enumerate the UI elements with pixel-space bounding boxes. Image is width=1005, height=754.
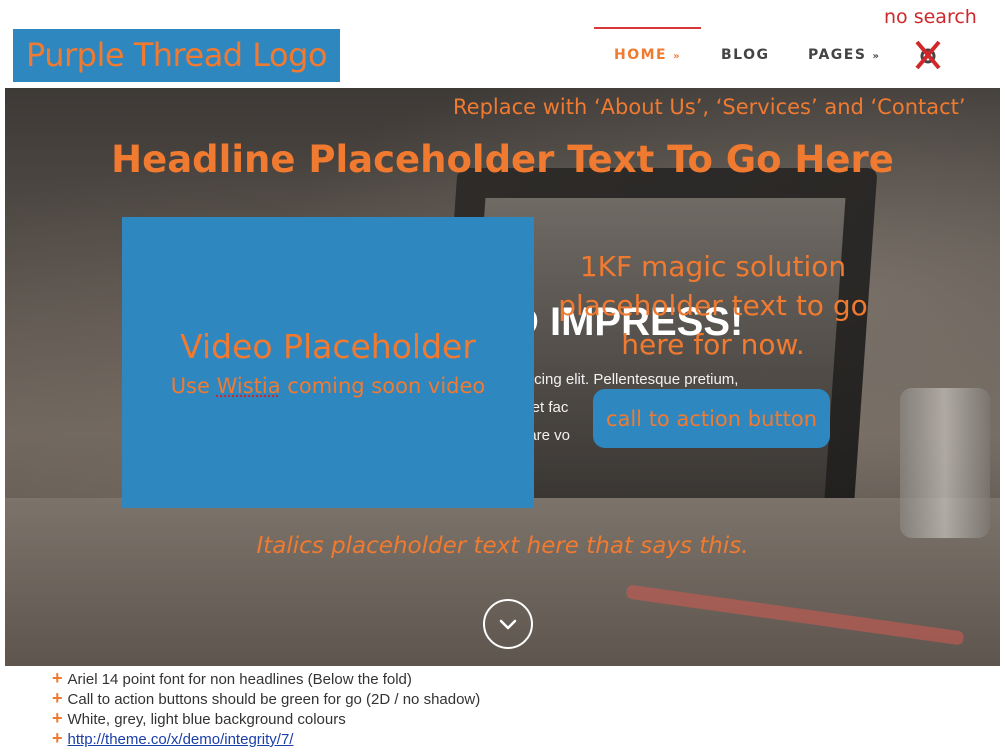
chevron-down-icon: » <box>673 51 682 62</box>
magic-line: here for now. <box>621 328 805 361</box>
hero-cup-image <box>900 388 990 538</box>
plus-icon: + <box>52 708 63 728</box>
design-note: + Ariel 14 point font for non headlines (… <box>52 668 480 688</box>
reference-theme-link[interactable]: http://theme.co/x/demo/integrity/7/ <box>68 731 294 748</box>
design-note: + http://theme.co/x/demo/integrity/7/ <box>52 728 480 748</box>
italics-placeholder-text: Italics placeholder text here that says … <box>256 533 749 559</box>
design-note-text: Call to action buttons should be green f… <box>67 691 481 708</box>
video-placeholder-title: Video Placeholder <box>180 327 476 366</box>
design-notes-list: + Ariel 14 point font for non headlines (… <box>52 668 480 748</box>
nav-item-home-label: HOME <box>614 47 668 63</box>
design-note-text: White, grey, light blue background colou… <box>67 711 346 728</box>
design-note: + White, grey, light blue background colo… <box>52 708 480 728</box>
nav-item-pages[interactable]: PAGES » <box>808 47 880 63</box>
video-sub-suffix: coming soon video <box>280 374 486 398</box>
chevron-down-icon: » <box>872 51 881 62</box>
chevron-down-icon <box>499 619 517 630</box>
video-placeholder[interactable]: Video Placeholder Use Wistia coming soon… <box>122 217 534 508</box>
design-note-text: Ariel 14 point font for non headlines (B… <box>67 671 412 688</box>
plus-icon: + <box>52 728 63 748</box>
design-note: + Call to action buttons should be green … <box>52 688 480 708</box>
nav-item-blog[interactable]: BLOG <box>721 47 770 63</box>
replace-nav-annotation: Replace with ‘About Us’, ‘Services’ and … <box>453 95 966 119</box>
page-headline: Headline Placeholder Text To Go Here <box>111 138 894 181</box>
nav-item-home[interactable]: HOME » <box>614 47 681 63</box>
magic-line: placeholder text to go <box>558 289 868 322</box>
magic-solution-text: 1KF magic solution placeholder text to g… <box>543 247 883 364</box>
plus-icon: + <box>52 688 63 708</box>
no-search-annotation: no search <box>884 6 977 28</box>
magic-line: 1KF magic solution <box>579 250 847 283</box>
plus-icon: + <box>52 668 63 688</box>
call-to-action-button[interactable]: call to action button <box>593 389 830 448</box>
video-sub-prefix: Use <box>170 374 217 398</box>
scroll-down-button[interactable] <box>483 599 533 649</box>
nav-item-pages-label: PAGES <box>808 47 867 63</box>
nav-active-indicator <box>594 27 701 29</box>
video-placeholder-subtitle: Use Wistia coming soon video <box>122 374 534 398</box>
wistia-link[interactable]: Wistia <box>217 374 281 398</box>
nav-item-blog-label: BLOG <box>721 47 770 63</box>
search-icon[interactable] <box>912 38 942 72</box>
main-nav: HOME » BLOG PAGES » no search <box>0 0 1005 88</box>
